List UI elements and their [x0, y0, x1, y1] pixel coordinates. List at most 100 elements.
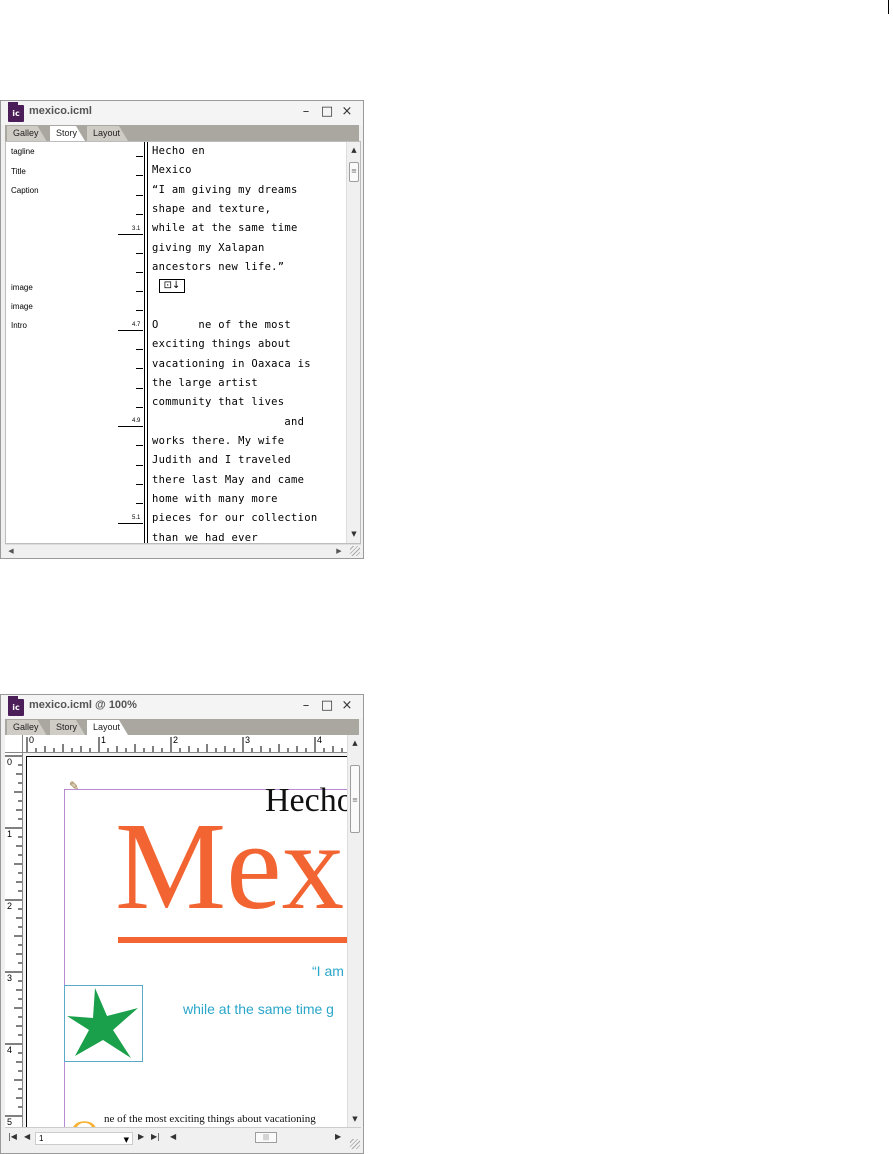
maximize-icon[interactable]: □: [319, 104, 335, 120]
text-line[interactable]: pieces for our collection: [152, 512, 318, 524]
scroll-thumb[interactable]: ≡: [349, 162, 359, 182]
page-title[interactable]: Mex: [115, 798, 344, 937]
text-line[interactable]: community that lives: [152, 396, 284, 408]
depth-line: [118, 523, 143, 524]
intro-text[interactable]: ne of the most exciting things about vac…: [104, 1113, 316, 1125]
ruler-number: 3: [7, 973, 13, 983]
caption-line[interactable]: while at the same time g: [183, 1001, 334, 1017]
prev-page-icon[interactable]: ◀: [24, 1132, 30, 1141]
tab-layout[interactable]: Layout: [87, 126, 128, 141]
scroll-right-icon[interactable]: ▶: [333, 545, 345, 557]
style-label: image: [11, 302, 33, 311]
depth-line: [118, 234, 143, 235]
ruler-number: 4: [7, 1045, 13, 1055]
text-line[interactable]: giving my Xalapan: [152, 242, 265, 254]
story-editor[interactable]: tagline Title Caption image image Intro …: [5, 141, 361, 544]
pencil-icon: ✎: [69, 779, 80, 793]
tab-galley[interactable]: Galley: [7, 720, 47, 735]
page-number-field[interactable]: 1 ▼: [35, 1132, 133, 1145]
tab-story[interactable]: Story: [50, 720, 85, 735]
incopy-app-icon: ic: [8, 696, 24, 716]
scroll-down-icon[interactable]: ▼: [348, 1113, 361, 1125]
line-tick: [136, 291, 143, 292]
horizontal-scrollbar[interactable]: ◀ ▶: [5, 544, 361, 557]
line-tick: [136, 156, 143, 157]
style-label: image: [11, 283, 33, 292]
drop-cap: O: [70, 1115, 99, 1128]
screen-edge-line: [888, 0, 889, 14]
title-bar[interactable]: ic mexico.icml – □ ×: [1, 101, 363, 125]
ruler-ticks: [5, 755, 22, 1117]
text-line[interactable]: than we had ever: [152, 532, 258, 543]
line-tick: [136, 195, 143, 196]
depth-line: [118, 426, 143, 427]
depth-number: 3.1: [132, 226, 141, 232]
minimize-icon[interactable]: –: [298, 698, 314, 714]
text-line[interactable]: shape and texture,: [152, 203, 271, 215]
caption-line[interactable]: “I am: [312, 963, 344, 979]
ruler-number: 1: [7, 829, 13, 839]
first-page-icon[interactable]: |◀: [8, 1132, 17, 1141]
vertical-scrollbar[interactable]: ▲ ≡ ▼: [347, 735, 361, 1127]
resize-grip-icon[interactable]: [350, 1139, 360, 1149]
last-page-icon[interactable]: ▶|: [151, 1132, 160, 1141]
vertical-ruler[interactable]: 0 1 2 3 4 5: [5, 753, 23, 1127]
title-bar[interactable]: ic mexico.icml @ 100% – □ ×: [1, 695, 363, 719]
ruler-number: 2: [173, 735, 179, 745]
next-page-icon[interactable]: ▶: [138, 1132, 144, 1141]
text-line[interactable]: O ne of the most: [152, 319, 291, 331]
text-line[interactable]: vacationing in Oaxaca is: [152, 358, 311, 370]
scroll-left-icon[interactable]: ◀: [5, 545, 17, 557]
text-line[interactable]: works there. My wife: [152, 435, 284, 447]
scroll-thumb[interactable]: |||: [255, 1132, 277, 1143]
scroll-up-icon[interactable]: ▲: [348, 737, 361, 749]
layout-view[interactable]: 0 1 2 3 4 0 1 2 3 4 5 ✎ Hecho Mex “I am …: [5, 735, 361, 1127]
text-line[interactable]: Hecho en: [152, 145, 205, 157]
text-line[interactable]: there last May and came: [152, 474, 304, 486]
chevron-down-icon[interactable]: ▼: [124, 1136, 129, 1144]
image-frame[interactable]: [64, 985, 143, 1062]
story-text[interactable]: Hecho en Mexico “I am giving my dreams s…: [152, 142, 344, 543]
tab-story[interactable]: Story: [50, 126, 85, 141]
horizontal-ruler[interactable]: 0 1 2 3 4: [23, 735, 347, 753]
text-line[interactable]: exciting things about: [152, 338, 291, 350]
text-line[interactable]: home with many more: [152, 493, 278, 505]
scroll-thumb[interactable]: ≡: [350, 765, 360, 833]
depth-number: 5.1: [132, 515, 141, 521]
text-line[interactable]: Mexico: [152, 164, 192, 176]
line-tick: [136, 272, 143, 273]
minimize-icon[interactable]: –: [298, 104, 314, 120]
close-icon[interactable]: ×: [339, 698, 355, 714]
scroll-right-icon[interactable]: ▶: [335, 1132, 341, 1141]
line-tick: [136, 388, 143, 389]
ruler-ticks: [26, 737, 343, 752]
line-tick: [136, 503, 143, 504]
line-tick: [136, 253, 143, 254]
ruler-number: 0: [29, 735, 35, 745]
column-separator[interactable]: [144, 142, 148, 543]
page-number: 1: [39, 1134, 44, 1143]
text-line[interactable]: while at the same time: [152, 222, 298, 234]
ruler-origin[interactable]: [5, 735, 23, 753]
text-line[interactable]: and: [152, 416, 304, 428]
text-line[interactable]: “I am giving my dreams: [152, 184, 298, 196]
scroll-up-icon[interactable]: ▲: [347, 144, 360, 156]
tab-layout[interactable]: Layout: [87, 720, 128, 735]
tab-galley[interactable]: Galley: [7, 126, 47, 141]
anchored-object-icon[interactable]: ⊡↓: [159, 279, 185, 293]
scroll-left-icon[interactable]: ◀: [170, 1132, 176, 1141]
depth-line: [118, 330, 143, 331]
vertical-scrollbar[interactable]: ▲ ≡ ▼: [346, 142, 360, 543]
depth-number: 4.7: [132, 322, 141, 328]
maximize-icon[interactable]: □: [319, 698, 335, 714]
text-line[interactable]: the large artist: [152, 377, 258, 389]
text-line[interactable]: Judith and I traveled: [152, 454, 291, 466]
close-icon[interactable]: ×: [339, 104, 355, 120]
text-line[interactable]: ancestors new life.”: [152, 261, 284, 273]
line-tick: [136, 175, 143, 176]
resize-grip-icon[interactable]: [350, 546, 360, 556]
scroll-down-icon[interactable]: ▼: [347, 528, 360, 540]
line-tick: [136, 445, 143, 446]
star-image: [67, 988, 138, 1058]
document-page[interactable]: ✎ Hecho Mex “I am while at the same time…: [26, 756, 347, 1127]
